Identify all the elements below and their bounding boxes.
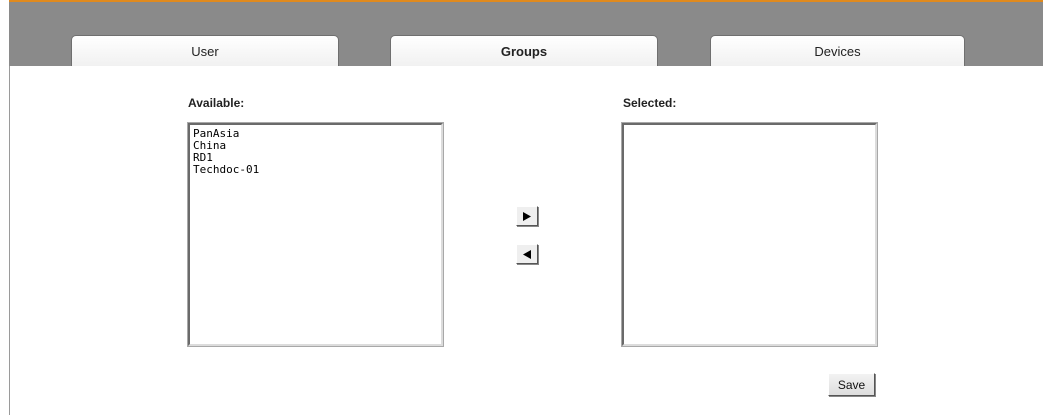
available-listbox[interactable]: PanAsia China RD1 Techdoc-01 <box>187 122 444 347</box>
tab-user[interactable]: User <box>71 35 339 66</box>
selected-listbox[interactable] <box>621 122 878 347</box>
tab-devices[interactable]: Devices <box>710 35 965 66</box>
add-to-selected-button[interactable] <box>516 206 538 226</box>
group-assignment-page: User Groups Devices Available: Selected:… <box>0 0 1043 415</box>
available-list-item[interactable]: Techdoc-01 <box>193 164 438 176</box>
tab-groups[interactable]: Groups <box>390 35 658 66</box>
save-button[interactable]: Save <box>828 373 875 396</box>
available-list-item[interactable]: PanAsia <box>193 128 438 140</box>
available-label: Available: <box>188 96 245 110</box>
panel-border <box>9 66 10 415</box>
remove-from-selected-button[interactable] <box>516 244 538 264</box>
right-triangle-arrow-icon <box>523 211 531 221</box>
left-triangle-arrow-icon <box>523 249 531 259</box>
available-list-item[interactable]: China <box>193 140 438 152</box>
selected-label: Selected: <box>623 96 677 110</box>
tab-bar: User Groups Devices <box>9 2 1043 66</box>
